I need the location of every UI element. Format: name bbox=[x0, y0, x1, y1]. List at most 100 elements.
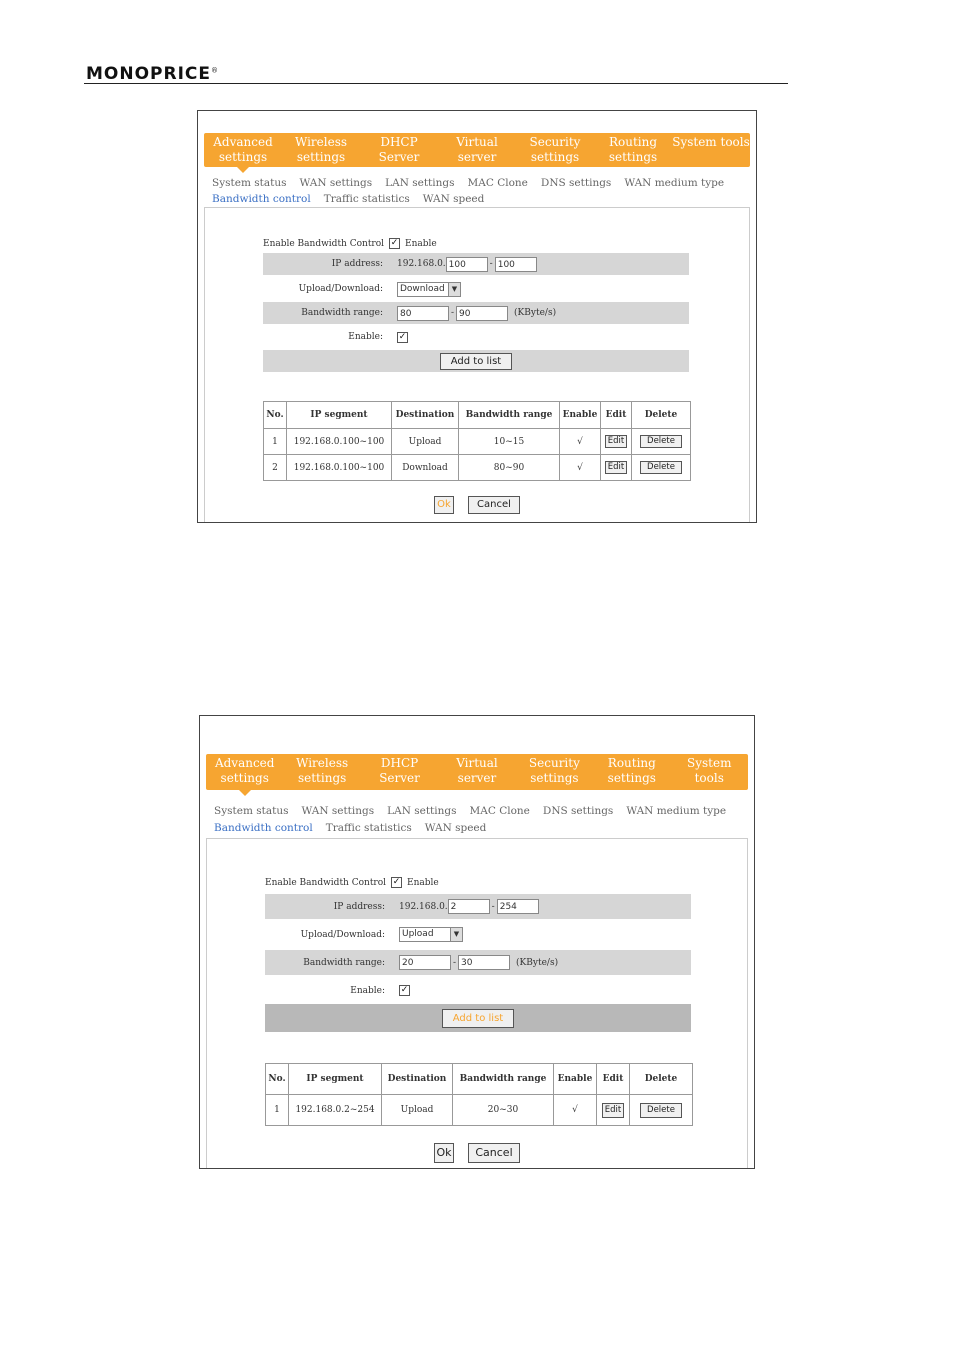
nav-wireless-settings[interactable]: Wireless settings bbox=[283, 754, 360, 790]
chevron-down-icon: ▼ bbox=[448, 282, 460, 296]
cell-delete: Delete bbox=[631, 428, 691, 455]
col-no: No. bbox=[265, 1063, 289, 1095]
bandwidth-range-row: Bandwidth range: 20 - 30 (KByte/s) bbox=[265, 950, 691, 975]
nav-security-settings[interactable]: Security settings bbox=[516, 754, 593, 790]
form-actions: Ok Cancel bbox=[205, 496, 749, 514]
nav-advanced-settings[interactable]: Advanced settings bbox=[204, 133, 282, 173]
ip-start-input[interactable]: 100 bbox=[445, 256, 488, 272]
edit-button[interactable]: Edit bbox=[602, 1102, 624, 1118]
nav-virtual-server[interactable]: Virtual server bbox=[438, 133, 516, 167]
bandwidth-max-input[interactable]: 90 bbox=[456, 305, 509, 321]
nav-dhcp-server[interactable]: DHCP Server bbox=[360, 133, 438, 167]
enable-bandwidth-checkbox[interactable]: ✓ bbox=[391, 877, 403, 888]
ip-address-row: IP address: 192.168.0. 100 - 100 bbox=[263, 253, 689, 275]
delete-button[interactable]: Delete bbox=[640, 1102, 682, 1118]
cell-range: 10~15 bbox=[458, 428, 560, 455]
ip-start-input[interactable]: 2 bbox=[447, 899, 490, 914]
nav-system-tools[interactable]: System tools bbox=[671, 754, 748, 790]
subnav-wan-settings[interactable]: WAN settings bbox=[299, 177, 372, 189]
subnav-dns-settings[interactable]: DNS settings bbox=[543, 805, 613, 817]
subnav-bandwidth-control[interactable]: Bandwidth control bbox=[214, 822, 313, 834]
subnav-wan-speed[interactable]: WAN speed bbox=[423, 193, 485, 205]
add-row: Add to list bbox=[265, 1004, 691, 1032]
subnav-mac-clone[interactable]: MAC Clone bbox=[468, 177, 528, 189]
enable-checkbox[interactable]: ✓ bbox=[397, 331, 408, 343]
cell-delete: Delete bbox=[631, 454, 691, 481]
nav-routing-settings[interactable]: Routing settings bbox=[594, 133, 672, 167]
col-delete: Delete bbox=[629, 1063, 693, 1095]
col-ip-segment: IP segment bbox=[288, 1063, 382, 1095]
edit-button[interactable]: Edit bbox=[605, 461, 627, 474]
bandwidth-range-label: Bandwidth range: bbox=[301, 308, 383, 318]
enable-row: Enable: ✓ bbox=[263, 326, 689, 348]
delete-button[interactable]: Delete bbox=[640, 435, 682, 448]
nav-wireless-settings[interactable]: Wireless settings bbox=[282, 133, 360, 167]
edit-button[interactable]: Edit bbox=[605, 435, 627, 448]
subnav-wan-speed[interactable]: WAN speed bbox=[425, 822, 487, 834]
col-delete: Delete bbox=[631, 401, 691, 429]
cell-destination: Upload bbox=[391, 428, 459, 455]
nav-security-settings[interactable]: Security settings bbox=[516, 133, 594, 167]
direction-select[interactable]: Upload ▼ bbox=[399, 927, 463, 942]
col-destination: Destination bbox=[381, 1063, 453, 1095]
subnav-traffic-statistics[interactable]: Traffic statistics bbox=[326, 822, 412, 834]
add-to-list-button[interactable]: Add to list bbox=[442, 1008, 514, 1028]
bandwidth-max-input[interactable]: 30 bbox=[458, 955, 511, 970]
cancel-button[interactable]: Cancel bbox=[468, 1143, 520, 1163]
bandwidth-range-separator: - bbox=[451, 308, 455, 318]
add-row: Add to list bbox=[263, 350, 689, 372]
nav-routing-settings[interactable]: Routing settings bbox=[593, 754, 670, 790]
cell-destination: Download bbox=[391, 454, 459, 481]
enable-label: Enable: bbox=[348, 332, 383, 342]
ip-prefix: 192.168.0. bbox=[399, 901, 448, 912]
nav-virtual-server[interactable]: Virtual server bbox=[438, 754, 515, 790]
subnav-mac-clone[interactable]: MAC Clone bbox=[470, 805, 530, 817]
ok-button[interactable]: Ok bbox=[434, 496, 454, 514]
subnav-dns-settings[interactable]: DNS settings bbox=[541, 177, 611, 189]
subnav-bandwidth-control[interactable]: Bandwidth control bbox=[212, 193, 311, 205]
subnav-lan-settings[interactable]: LAN settings bbox=[385, 177, 454, 189]
cell-ip: 192.168.0.100~100 bbox=[286, 428, 392, 455]
delete-button[interactable]: Delete bbox=[640, 461, 682, 474]
cell-ip: 192.168.0.100~100 bbox=[286, 454, 392, 481]
bandwidth-min-input[interactable]: 80 bbox=[397, 305, 449, 321]
direction-label: Upload/Download: bbox=[298, 284, 383, 294]
col-bandwidth-range: Bandwidth range bbox=[452, 1063, 554, 1095]
ip-end-input[interactable]: 100 bbox=[494, 256, 537, 272]
col-enable: Enable bbox=[559, 401, 601, 429]
subnav-system-status[interactable]: System status bbox=[214, 805, 288, 817]
nav-advanced-settings[interactable]: Advanced settings bbox=[206, 754, 283, 796]
direction-select[interactable]: Download ▼ bbox=[397, 281, 461, 297]
subnav-traffic-statistics[interactable]: Traffic statistics bbox=[324, 193, 410, 205]
cell-edit: Edit bbox=[596, 1094, 630, 1126]
enable-word: Enable bbox=[407, 877, 439, 888]
subnav-wan-settings[interactable]: WAN settings bbox=[301, 805, 374, 817]
col-destination: Destination bbox=[391, 401, 459, 429]
rules-table: No. IP segment Destination Bandwidth ran… bbox=[265, 1063, 693, 1126]
ok-button[interactable]: Ok bbox=[434, 1143, 454, 1163]
cell-edit: Edit bbox=[600, 428, 632, 455]
subnav-wan-medium-type[interactable]: WAN medium type bbox=[626, 805, 726, 817]
bandwidth-min-input[interactable]: 20 bbox=[399, 955, 451, 970]
cell-no: 2 bbox=[263, 454, 287, 481]
nav-system-tools[interactable]: System tools bbox=[672, 133, 750, 167]
direction-value: Upload bbox=[402, 929, 434, 939]
cell-no: 1 bbox=[263, 428, 287, 455]
enable-bandwidth-checkbox[interactable]: ✓ bbox=[389, 238, 401, 249]
bandwidth-range-row: Bandwidth range: 80 - 90 (KByte/s) bbox=[263, 302, 689, 324]
cell-delete: Delete bbox=[629, 1094, 693, 1126]
col-ip-segment: IP segment bbox=[286, 401, 392, 429]
cell-ip: 192.168.0.2~254 bbox=[288, 1094, 382, 1126]
enable-row: Enable: ✓ bbox=[265, 978, 691, 1003]
subnav-lan-settings[interactable]: LAN settings bbox=[387, 805, 456, 817]
subnav-system-status[interactable]: System status bbox=[212, 177, 286, 189]
sub-nav: System status WAN settings LAN settings MAC… bbox=[212, 175, 742, 207]
enable-checkbox[interactable]: ✓ bbox=[399, 985, 410, 996]
subnav-wan-medium-type[interactable]: WAN medium type bbox=[624, 177, 724, 189]
cancel-button[interactable]: Cancel bbox=[468, 496, 520, 514]
nav-dhcp-server[interactable]: DHCP Server bbox=[361, 754, 438, 790]
add-to-list-button[interactable]: Add to list bbox=[440, 352, 512, 370]
brand-logo: MONOPRICE® bbox=[86, 64, 220, 84]
col-no: No. bbox=[263, 401, 287, 429]
ip-end-input[interactable]: 254 bbox=[496, 899, 539, 914]
